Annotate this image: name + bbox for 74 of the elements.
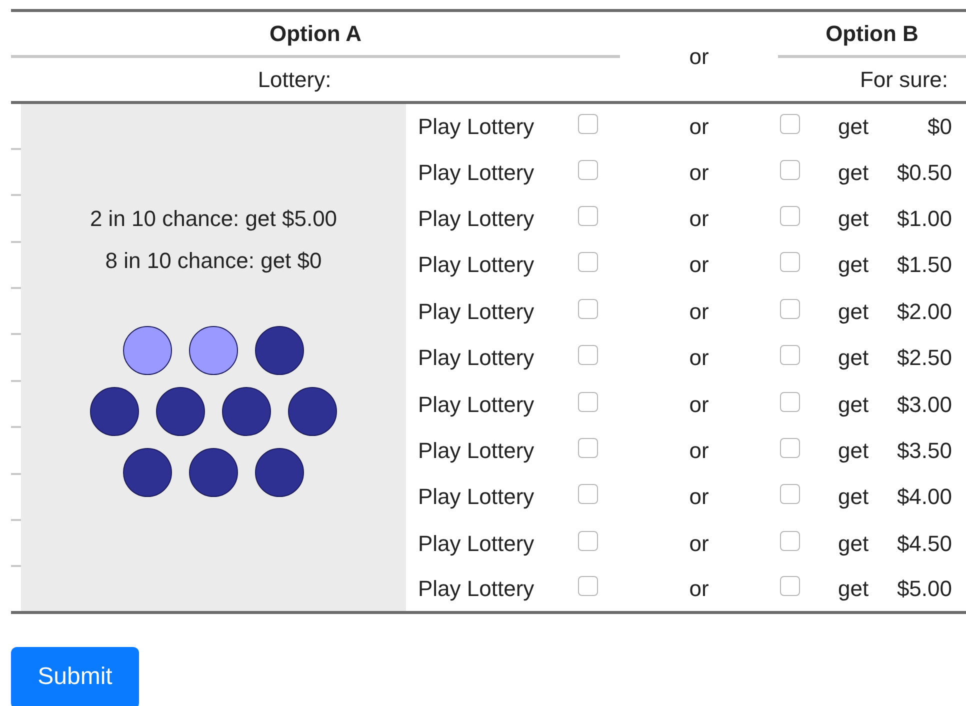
option-b-heading: Option B — [826, 21, 918, 46]
checkbox[interactable] — [578, 576, 598, 596]
or-label: or — [689, 392, 709, 417]
play-lottery-label: Play Lottery — [418, 252, 534, 278]
lottery-label: Lottery: — [258, 67, 332, 92]
get-label: get — [838, 158, 869, 187]
or-label: or — [689, 206, 709, 231]
or-label: or — [689, 530, 709, 556]
lottery-chance-text: 2 in 10 chance: get $5.00 — [90, 205, 338, 233]
amount-value: $0 — [928, 112, 952, 141]
get-label: get — [838, 390, 869, 419]
checkbox[interactable] — [578, 160, 598, 180]
amount-value: $3.00 — [896, 390, 952, 419]
option-a-heading: Option A — [269, 21, 362, 46]
checkbox[interactable] — [578, 392, 598, 412]
get-label: get — [838, 436, 869, 465]
for-sure-label: For sure: — [860, 67, 948, 92]
or-label: or — [689, 298, 709, 324]
checkbox[interactable] — [780, 438, 800, 458]
get-label: get — [838, 530, 869, 558]
or-label: or — [689, 160, 709, 185]
or-label: or — [689, 114, 709, 139]
play-lottery-label: Play Lottery — [418, 206, 534, 231]
get-label: get — [838, 575, 869, 604]
checkbox[interactable] — [780, 576, 800, 596]
amount-value: $1.50 — [896, 251, 952, 280]
submit-button[interactable]: Submit — [11, 647, 139, 706]
checkbox[interactable] — [578, 438, 598, 458]
amount-value: $4.50 — [896, 530, 952, 558]
or-label: or — [689, 345, 709, 370]
play-lottery-label: Play Lottery — [418, 114, 534, 139]
play-lottery-label: Play Lottery — [418, 484, 534, 510]
amount-value: $5.00 — [896, 575, 952, 604]
checkbox[interactable] — [780, 345, 800, 366]
checkbox[interactable] — [578, 206, 598, 226]
play-lottery-label: Play Lottery — [418, 392, 534, 417]
or-heading: or — [689, 44, 709, 69]
or-label: or — [689, 576, 709, 602]
get-label: get — [838, 251, 869, 280]
play-lottery-label: Play Lottery — [418, 298, 534, 324]
checkbox[interactable] — [578, 530, 598, 551]
amount-value: $2.00 — [896, 298, 952, 326]
checkbox[interactable] — [578, 298, 598, 319]
or-label: or — [689, 252, 709, 278]
checkbox[interactable] — [578, 252, 598, 272]
lottery-chance-text: 8 in 10 chance: get $0 — [105, 247, 322, 275]
checkbox[interactable] — [780, 252, 800, 272]
amount-value: $0.50 — [896, 158, 952, 187]
get-label: get — [838, 112, 869, 141]
play-lottery-label: Play Lottery — [418, 438, 534, 463]
checkbox[interactable] — [780, 484, 800, 504]
amount-value: $3.50 — [896, 436, 952, 465]
play-lottery-label: Play Lottery — [418, 160, 534, 185]
get-label: get — [838, 344, 869, 372]
checkbox[interactable] — [780, 530, 800, 551]
checkbox[interactable] — [578, 114, 598, 134]
or-label: or — [689, 438, 709, 463]
play-lottery-label: Play Lottery — [418, 345, 534, 370]
or-label: or — [689, 484, 709, 510]
get-label: get — [838, 204, 869, 233]
checkbox[interactable] — [578, 345, 598, 366]
get-label: get — [838, 483, 869, 512]
get-label: get — [838, 298, 869, 326]
checkbox[interactable] — [780, 392, 800, 412]
amount-value: $2.50 — [896, 344, 952, 372]
play-lottery-label: Play Lottery — [418, 576, 534, 602]
play-lottery-label: Play Lottery — [418, 530, 534, 556]
checkbox[interactable] — [780, 160, 800, 180]
amount-value: $1.00 — [896, 204, 952, 233]
amount-value: $4.00 — [896, 483, 952, 512]
checkbox[interactable] — [780, 298, 800, 319]
checkbox[interactable] — [578, 484, 598, 504]
checkbox[interactable] — [780, 206, 800, 226]
checkbox[interactable] — [780, 114, 800, 134]
